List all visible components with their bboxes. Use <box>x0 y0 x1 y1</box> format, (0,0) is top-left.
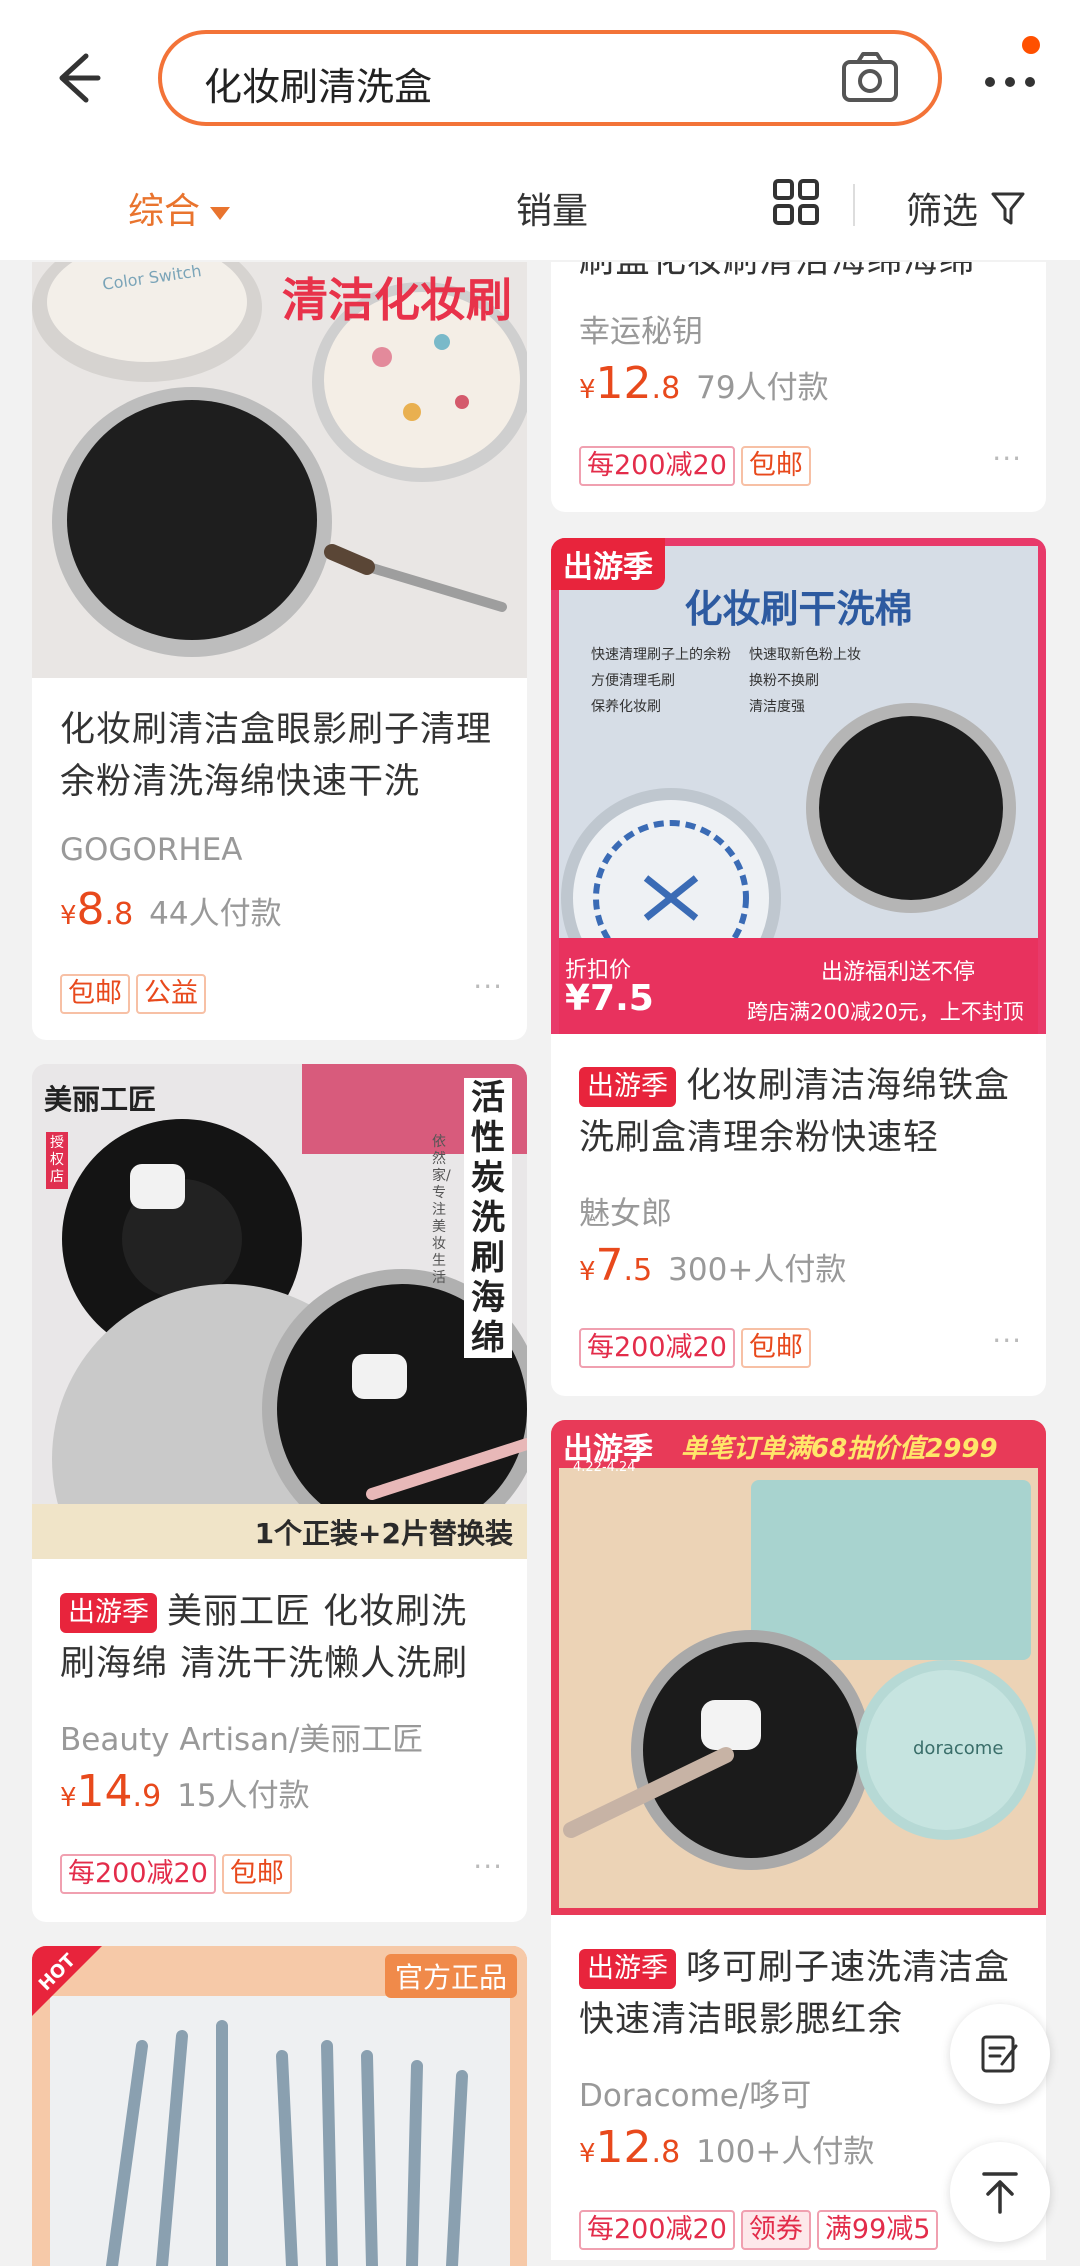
sales-count: 15人付款 <box>177 1778 310 1814</box>
price: ¥12.8 <box>579 2122 681 2173</box>
product-card[interactable]: 出游季 4.22-4.24 单笔订单满68抽价值2999 doracome 出游… <box>551 1420 1046 2260</box>
shop-name: Doracome/哆可 <box>579 2078 812 2114</box>
price-row: ¥14.9 15人付款 <box>60 1766 310 1817</box>
tag: 每200减20 <box>579 446 735 486</box>
image-vertical-text: 活性炭洗刷海绵 <box>464 1078 512 1358</box>
image-checklist: 快速清理刷子上的余粉 快速取新色粉上妆 方便清理毛刷 换粉不换刷 保养化妆刷 清洁度强 <box>591 647 861 715</box>
edit-button[interactable] <box>950 2004 1050 2104</box>
tag: 满99减5 <box>816 2210 939 2250</box>
tag: 包邮 <box>740 446 811 486</box>
sales-count: 44人付款 <box>149 896 282 932</box>
caret-down-icon <box>210 206 231 220</box>
product-card[interactable]: HOT 官方正品 <box>32 1946 527 2266</box>
tag: 每200减20 <box>60 1854 216 1894</box>
price-row: ¥12.8 79人付款 <box>579 358 829 409</box>
image-banner: 单笔订单满68抽价值2999 <box>681 1434 998 1464</box>
price: ¥12.8 <box>579 358 681 409</box>
tag-row: 包邮 公益 <box>60 974 212 1014</box>
more-icon[interactable]: ··· <box>473 970 503 1003</box>
image-banner-bottom: 跨店满200减20元，上不封顶 <box>747 1000 1024 1024</box>
price: ¥7.5 <box>579 1240 653 1291</box>
price-row: ¥8.8 44人付款 <box>60 884 282 935</box>
tag: 包邮 <box>221 1854 292 1894</box>
promo-badge: 出游季 <box>60 1593 157 1633</box>
shop-name: 魅女郎 <box>579 1196 672 1232</box>
search-input[interactable]: 化妆刷清洗盒 <box>158 30 942 126</box>
grid-view-icon[interactable] <box>772 178 820 226</box>
product-title: 化妆刷清洁盒眼影刷子清理余粉清洗海绵快速干洗 <box>60 710 493 802</box>
image-title: 化妆刷干洗棉 <box>684 587 913 631</box>
image-headline: 清洁化妆刷 <box>282 273 512 327</box>
tag-row: 每200减20 包邮 <box>579 446 817 486</box>
price-row: ¥7.5 300+人付款 <box>579 1240 846 1291</box>
product-title: 刷盒化妆刷清洁海绵海绵 <box>579 262 975 283</box>
tag-row: 每200减20 包邮 <box>579 1328 817 1368</box>
tab-sales-label: 销量 <box>516 191 589 232</box>
price-row: ¥12.8 100+人付款 <box>579 2122 874 2173</box>
product-card[interactable]: 清洁化妆刷 Color Switch 化妆刷清洁盒眼影刷子清理余粉清洗海绵快速干… <box>32 262 527 1040</box>
more-dots-icon[interactable] <box>982 62 1042 102</box>
image-sub-text: 依然家/专注美妆生活 <box>432 1134 451 1286</box>
product-image: 美丽工匠 授权店 活性炭洗刷海绵 依然家/专注美妆生活 1个正装+2片替换装 <box>32 1064 527 1559</box>
product-card[interactable]: 出游季 化妆刷干洗棉 快速清理刷子上的余粉 快速取新色粉上妆 方便清理毛刷 换粉不换… <box>551 538 1046 1396</box>
promo-badge: 出游季 <box>579 1949 676 1989</box>
tag: 每200减20 <box>579 1328 735 1368</box>
shop-name: GOGORHEA <box>60 832 243 868</box>
filter-button[interactable]: 筛选 <box>906 182 978 234</box>
product-image: HOT 官方正品 <box>32 1946 527 2266</box>
product-image: 清洁化妆刷 Color Switch <box>32 262 527 678</box>
tag-row: 每200减20 包邮 <box>60 1854 298 1894</box>
image-brand: 美丽工匠 <box>44 1083 157 1116</box>
image-bottom-text: 1个正装+2片替换装 <box>254 1517 513 1550</box>
product-card[interactable]: 刷盒化妆刷清洁海绵海绵 幸运秘钥 ¥12.8 79人付款 每200减20包邮 ··… <box>551 262 1046 512</box>
product-title: 出游季 化妆刷清洁海绵铁盒洗刷盒清理余粉快速轻 <box>579 1066 1011 1158</box>
more-icon[interactable]: ··· <box>992 442 1022 475</box>
shop-name: Beauty Artisan/美丽工匠 <box>60 1722 424 1758</box>
product-card[interactable]: 美丽工匠 授权店 活性炭洗刷海绵 依然家/专注美妆生活 1个正装+2片替换装 出… <box>32 1064 527 1922</box>
image-banner-top: 出游福利送不停 <box>821 960 976 985</box>
sort-bar: 综合 销量 筛选 <box>0 152 1080 260</box>
tag: 包邮 <box>740 1328 811 1368</box>
tag: 领券 <box>740 2210 811 2250</box>
more-icon[interactable]: ··· <box>992 1324 1022 1357</box>
back-to-top-button[interactable] <box>950 2142 1050 2242</box>
sales-count: 79人付款 <box>696 370 829 406</box>
tab-comprehensive-label: 综合 <box>128 191 201 232</box>
sales-count: 300+人付款 <box>668 1252 847 1288</box>
more-icon[interactable]: ··· <box>473 1850 503 1883</box>
notification-dot <box>1022 36 1040 54</box>
image-side-label: 授权店 <box>46 1132 68 1189</box>
tag: 每200减20 <box>579 2210 735 2250</box>
tab-comprehensive[interactable]: 综合 <box>128 182 231 234</box>
price: ¥14.9 <box>60 1766 162 1817</box>
search-query: 化妆刷清洗盒 <box>204 65 433 109</box>
back-to-top-icon <box>982 2172 1018 2214</box>
arrow-left-icon[interactable] <box>46 48 106 108</box>
funnel-icon[interactable] <box>990 190 1026 226</box>
tag: 包邮 <box>60 974 130 1014</box>
sort-divider <box>853 184 855 226</box>
price: ¥8.8 <box>60 884 134 935</box>
product-title: 出游季 美丽工匠 化妆刷洗刷海绵 清洗干洗懒人洗刷 <box>60 1592 469 1684</box>
image-lid-label: doracome <box>913 1738 1004 1759</box>
tag: 公益 <box>136 974 206 1014</box>
filter-label: 筛选 <box>906 191 979 232</box>
product-image: 出游季 4.22-4.24 单笔订单满68抽价值2999 doracome <box>551 1420 1046 1915</box>
tag-row: 每200减20 领券 满99减5 <box>579 2210 944 2250</box>
camera-icon[interactable] <box>840 50 900 106</box>
edit-icon <box>981 2035 1018 2073</box>
sales-count: 100+人付款 <box>696 2134 875 2170</box>
image-dates: 4.22-4.24 <box>573 1460 636 1475</box>
promo-badge: 出游季 <box>579 1067 676 1107</box>
image-price: ¥7.5 <box>565 978 654 1019</box>
top-bar: 化妆刷清洗盒 <box>0 0 1080 152</box>
shop-name: 幸运秘钥 <box>579 314 703 350</box>
tab-sales[interactable]: 销量 <box>516 182 588 234</box>
product-image: 出游季 化妆刷干洗棉 快速清理刷子上的余粉 快速取新色粉上妆 方便清理毛刷 换粉不换… <box>551 538 1046 1034</box>
image-label: 官方正品 <box>384 1954 517 1998</box>
